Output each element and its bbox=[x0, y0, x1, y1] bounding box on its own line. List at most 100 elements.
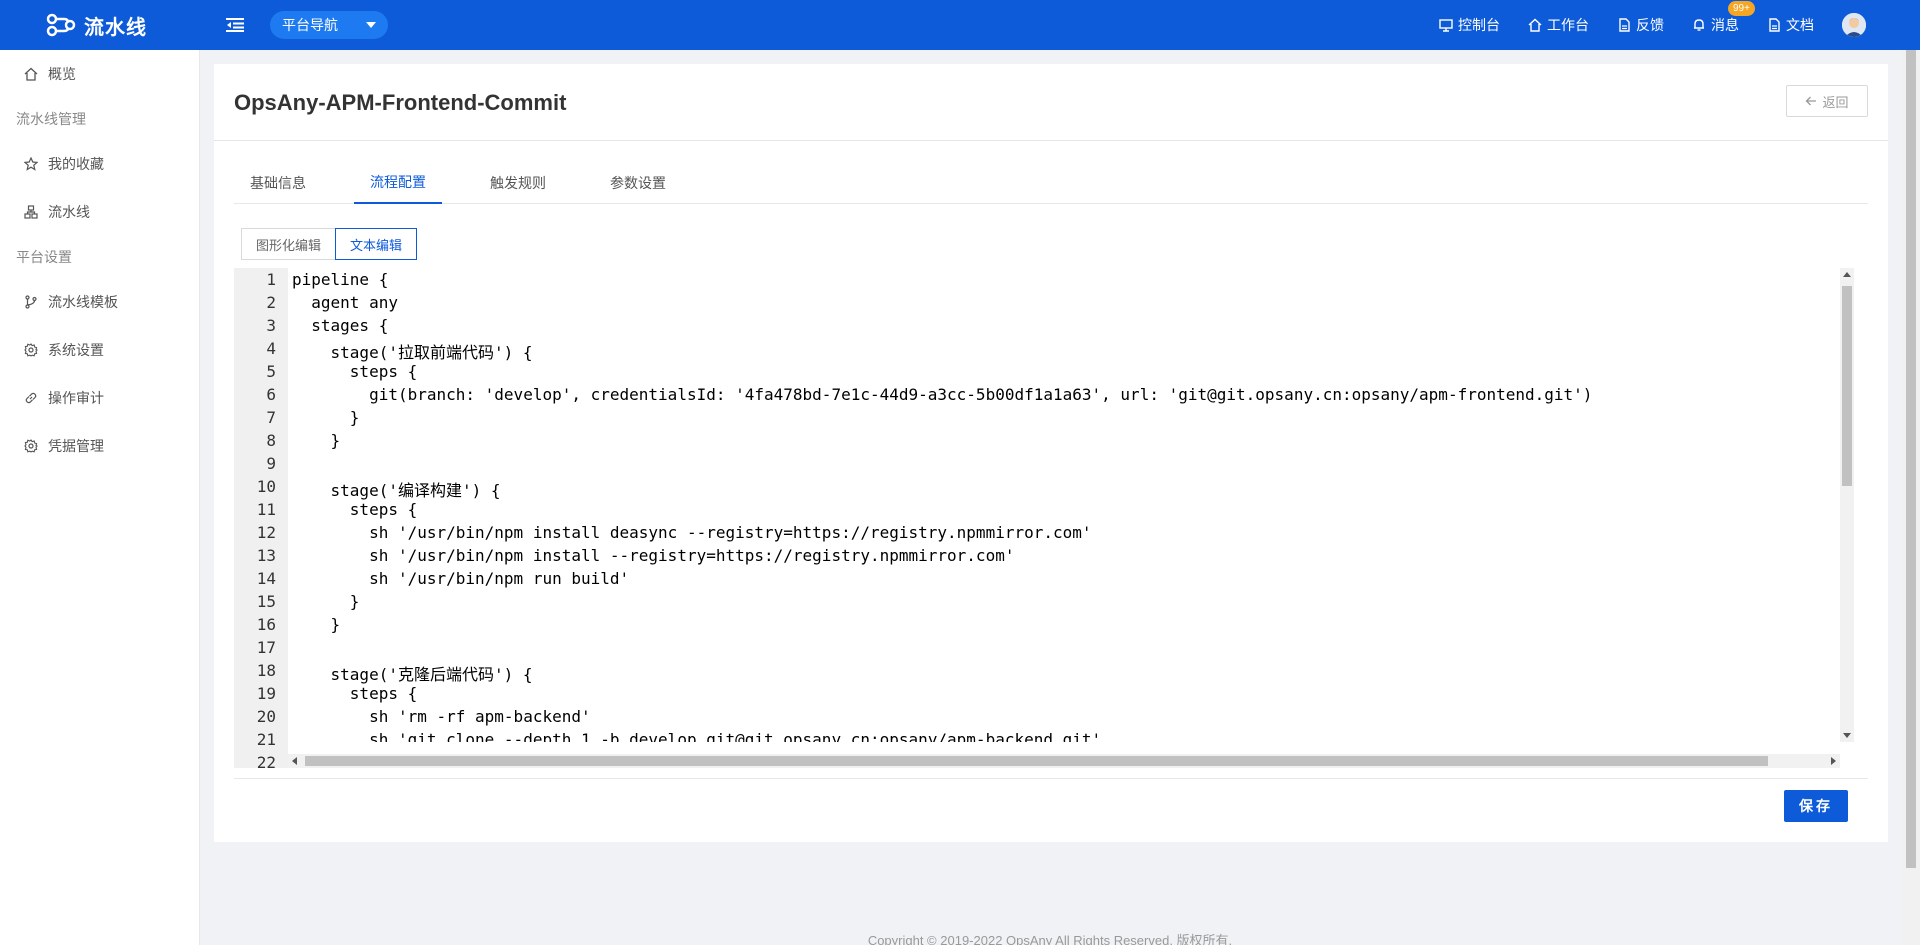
scroll-up-icon[interactable] bbox=[1843, 272, 1851, 277]
user-avatar[interactable] bbox=[1842, 13, 1866, 37]
messages-label: 消息 bbox=[1711, 17, 1739, 33]
scroll-left-icon[interactable] bbox=[292, 757, 297, 765]
line-number: 3 bbox=[266, 316, 276, 335]
code-line: pipeline { bbox=[292, 270, 389, 289]
back-button[interactable]: 返回 bbox=[1786, 85, 1868, 117]
console-link[interactable]: 控制台 bbox=[1439, 15, 1500, 35]
header-actions: 控制台 工作台 反馈 消息 99+ 文档 bbox=[1439, 0, 1920, 50]
sidebar-item-overview[interactable]: 概览 bbox=[0, 50, 199, 98]
menu-collapse-button[interactable] bbox=[224, 14, 246, 36]
line-number: 16 bbox=[256, 615, 276, 634]
page-scrollbar[interactable] bbox=[1902, 50, 1920, 945]
line-number: 8 bbox=[266, 431, 276, 450]
code-editor[interactable]: 1 2 3 4 5 6 7 8 9 10 11 12 13 14 15 16 17 18 19 20 21 22 pipe… bbox=[234, 268, 1854, 768]
sidebar-item-system[interactable]: 系统设置 bbox=[0, 326, 199, 374]
sidebar-item-credentials[interactable]: 凭据管理 bbox=[0, 422, 199, 470]
sidebar-item-label: 流水线 bbox=[48, 204, 90, 220]
code-line: git(branch: 'develop', credentialsId: '4… bbox=[292, 385, 1593, 404]
code-line: } bbox=[292, 592, 360, 611]
code-text-area[interactable]: pipeline { agent any stages { stage('拉取前… bbox=[292, 268, 1830, 742]
page-title: OpsAny-APM-Frontend-Commit bbox=[234, 90, 567, 115]
line-number: 2 bbox=[266, 293, 276, 312]
code-line: } bbox=[292, 431, 341, 450]
branch-icon bbox=[25, 295, 37, 309]
feedback-link[interactable]: 反馈 bbox=[1617, 15, 1664, 35]
sidebar-item-audit[interactable]: 操作审计 bbox=[0, 374, 199, 422]
line-number: 4 bbox=[266, 339, 276, 358]
sidebar-group-platform: 平台设置 bbox=[16, 249, 72, 265]
line-number-gutter: 1 2 3 4 5 6 7 8 9 10 11 12 13 14 15 16 17 18 19 20 21 22 bbox=[234, 268, 288, 768]
back-label: 返回 bbox=[1822, 94, 1849, 110]
code-line: stages { bbox=[292, 316, 389, 335]
code-line: sh 'git clone --depth 1 -b develop git@g… bbox=[292, 730, 1102, 742]
chevron-down-icon bbox=[366, 22, 376, 28]
scrollbar-thumb[interactable] bbox=[1842, 286, 1852, 486]
code-line: sh '/usr/bin/npm install --registry=http… bbox=[292, 546, 1015, 565]
tab-basic-info[interactable]: 基础信息 bbox=[234, 162, 322, 204]
line-number: 21 bbox=[256, 730, 276, 749]
sidebar-item-template[interactable]: 流水线模板 bbox=[0, 278, 199, 326]
sidebar-item-label: 流水线模板 bbox=[48, 294, 118, 310]
sidebar-item-label: 概览 bbox=[48, 66, 76, 82]
menu-fold-icon bbox=[226, 18, 244, 32]
scroll-down-icon[interactable] bbox=[1843, 733, 1851, 738]
line-number: 6 bbox=[266, 385, 276, 404]
document-icon bbox=[1769, 18, 1780, 32]
scrollbar-thumb[interactable] bbox=[305, 756, 1768, 766]
main-content: OpsAny-APM-Frontend-Commit 返回 基础信息 流程配置 … bbox=[200, 50, 1900, 945]
sidebar-item-label: 我的收藏 bbox=[48, 156, 104, 172]
sidebar-item-label: 操作审计 bbox=[48, 390, 104, 406]
editor-vertical-scrollbar[interactable] bbox=[1840, 268, 1854, 742]
code-line: sh 'rm -rf apm-backend' bbox=[292, 707, 591, 726]
sidebar-item-label: 系统设置 bbox=[48, 342, 104, 358]
app-logo[interactable]: 流水线 bbox=[0, 11, 200, 40]
messages-link[interactable]: 消息 99+ bbox=[1692, 1, 1755, 35]
editor-divider bbox=[234, 778, 1868, 779]
footer-copyright: Copyright © 2019-2022 OpsAny All Rights … bbox=[867, 933, 1233, 945]
graphical-edit-button[interactable]: 图形化编辑 bbox=[241, 228, 337, 260]
line-number: 19 bbox=[256, 684, 276, 703]
arrow-left-icon bbox=[1806, 96, 1817, 106]
line-number: 22 bbox=[256, 753, 276, 768]
sidebar-item-label: 凭据管理 bbox=[48, 438, 104, 454]
scroll-right-icon[interactable] bbox=[1831, 757, 1836, 765]
line-number: 7 bbox=[266, 408, 276, 427]
sidebar-group-pipeline: 流水线管理 bbox=[16, 111, 86, 127]
bell-icon bbox=[1694, 19, 1704, 31]
line-number: 9 bbox=[266, 454, 276, 473]
link-icon bbox=[25, 392, 37, 404]
workbench-link[interactable]: 工作台 bbox=[1528, 15, 1589, 35]
tab-flow-config[interactable]: 流程配置 bbox=[354, 162, 442, 204]
gear-icon bbox=[24, 439, 38, 453]
pipeline-config-card: OpsAny-APM-Frontend-Commit 返回 基础信息 流程配置 … bbox=[214, 64, 1888, 842]
code-line: steps { bbox=[292, 500, 418, 519]
code-line: } bbox=[292, 408, 360, 427]
text-edit-button[interactable]: 文本编辑 bbox=[335, 228, 418, 260]
sidebar-item-pipeline[interactable]: 流水线 bbox=[0, 188, 199, 236]
code-line: steps { bbox=[292, 362, 418, 381]
save-button[interactable]: 保存 bbox=[1784, 790, 1848, 822]
monitor-icon bbox=[1439, 19, 1453, 32]
star-icon bbox=[24, 157, 38, 171]
sidebar-item-favorites[interactable]: 我的收藏 bbox=[0, 140, 199, 188]
line-number: 14 bbox=[256, 569, 276, 588]
tab-trigger-rules[interactable]: 触发规则 bbox=[474, 162, 562, 204]
config-tabs: 基础信息 流程配置 触发规则 参数设置 bbox=[234, 162, 1868, 204]
platform-nav-select[interactable]: 平台导航 bbox=[270, 11, 388, 39]
document-icon bbox=[1619, 18, 1630, 32]
tab-parameters[interactable]: 参数设置 bbox=[594, 162, 682, 204]
app-name: 流水线 bbox=[84, 16, 147, 39]
code-line: stage('克隆后端代码') { bbox=[292, 665, 533, 684]
line-number: 15 bbox=[256, 592, 276, 611]
line-number: 12 bbox=[256, 523, 276, 542]
line-number: 1 bbox=[266, 270, 276, 289]
scrollbar-thumb[interactable] bbox=[1906, 50, 1916, 868]
top-header: 流水线 平台导航 控制台 工作台 反馈 消息 99+ 文档 bbox=[0, 0, 1920, 50]
code-line: sh '/usr/bin/npm install deasync --regis… bbox=[292, 523, 1092, 542]
workbench-label: 工作台 bbox=[1547, 17, 1589, 33]
editor-horizontal-scrollbar[interactable] bbox=[288, 754, 1840, 768]
home-icon bbox=[24, 67, 38, 81]
line-number: 20 bbox=[256, 707, 276, 726]
docs-link[interactable]: 文档 bbox=[1767, 15, 1814, 35]
code-line: stage('拉取前端代码') { bbox=[292, 343, 533, 362]
